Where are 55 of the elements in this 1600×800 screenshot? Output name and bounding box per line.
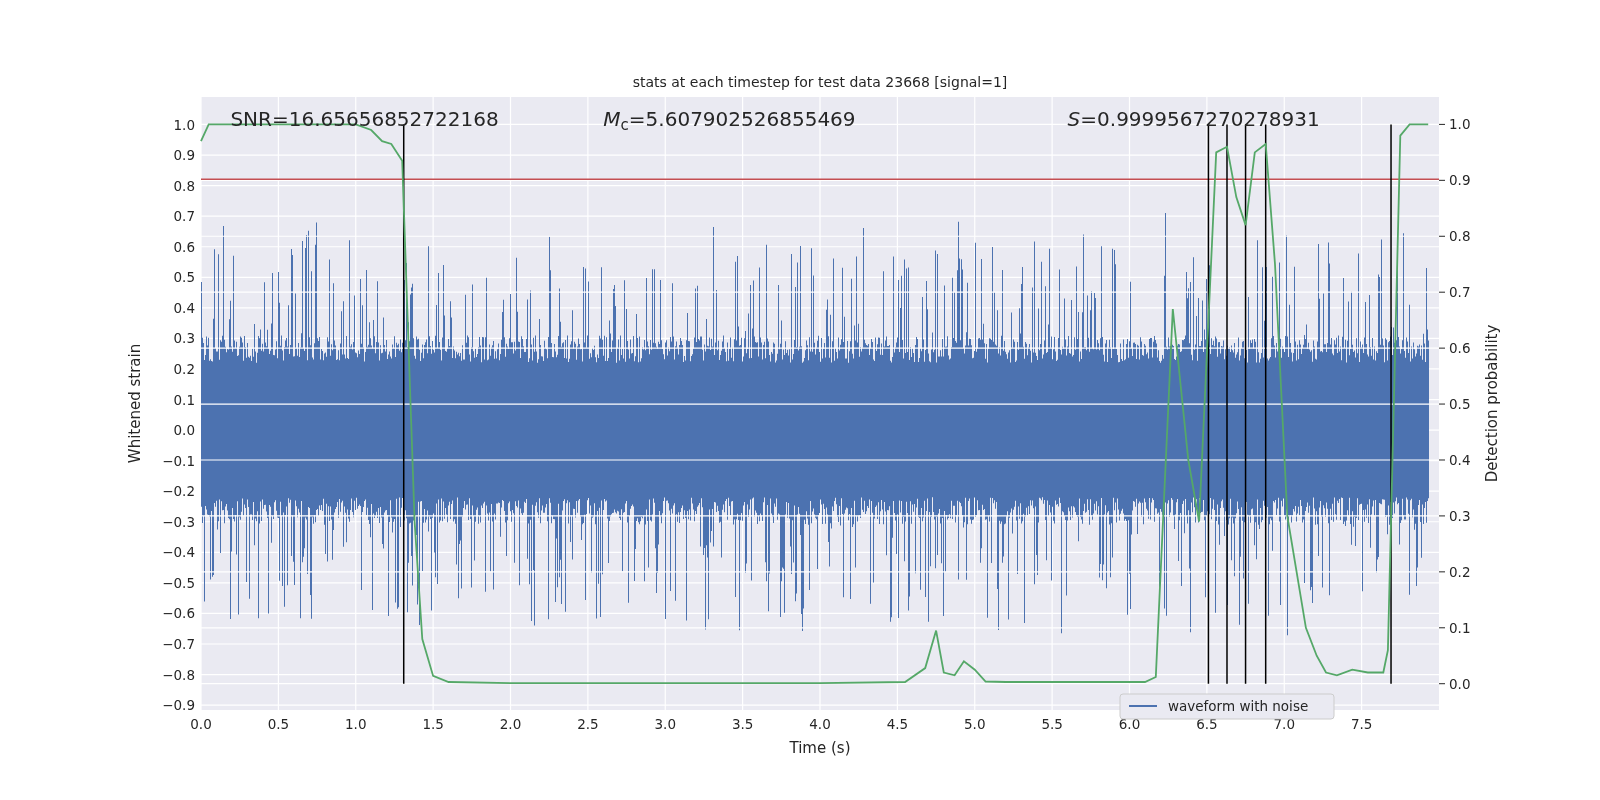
tick-label: 0.4 (1449, 452, 1471, 468)
tick-label: 0.8 (1449, 228, 1471, 245)
tick-label: 0.7 (1449, 284, 1471, 301)
tick-label: 0.0 (1449, 675, 1471, 692)
tick-label: 0.6 (173, 238, 195, 255)
tick-label: 0.8 (173, 177, 195, 194)
tick-label: 0.2 (1449, 563, 1471, 580)
tick-label: 2.0 (499, 716, 522, 732)
tick-label: 0.0 (173, 422, 195, 439)
tick-label: 0.5 (173, 269, 195, 286)
tick-label: 0.7 (173, 208, 195, 225)
annotation-text: S=0.9999567270278931 (1067, 107, 1320, 132)
tick-label: 0.3 (1449, 507, 1471, 524)
tick-label: −0.4 (162, 544, 195, 561)
tick-label: 1.0 (345, 716, 367, 732)
tick-label: 3.0 (654, 716, 676, 732)
tick-label: 0.5 (1449, 396, 1471, 413)
tick-label: −0.3 (162, 513, 195, 530)
axis-label: Detection probability (1483, 324, 1501, 483)
tick-label: 5.5 (1041, 716, 1063, 732)
tick-label: 4.5 (886, 716, 909, 732)
axis-label: Time (s) (789, 739, 851, 757)
tick-label: 1.0 (1449, 116, 1471, 133)
tick-label: 3.5 (731, 716, 754, 732)
annotation-text: M$_{c}$=5.607902526855469 (603, 107, 856, 132)
tick-label: 6.0 (1118, 716, 1141, 732)
tick-label: 0.1 (1449, 619, 1471, 636)
tick-label: 0.9 (1449, 172, 1471, 189)
tick-label: 1.0 (173, 116, 195, 133)
chart-title: stats at each timestep for test data 23668 [signal=1] (632, 74, 1008, 90)
tick-label: −0.5 (162, 574, 195, 591)
tick-label: 5.0 (964, 716, 986, 732)
tick-label: −0.7 (162, 636, 195, 652)
tick-label: −0.2 (162, 483, 195, 500)
tick-label: 0.0 (190, 716, 212, 732)
tick-label: 0.9 (173, 147, 195, 164)
tick-label: 6.5 (1196, 716, 1218, 732)
axis-label: Whitened strain (126, 343, 144, 464)
tick-label: −0.1 (162, 452, 195, 469)
tick-label: 7.0 (1273, 716, 1295, 732)
tick-label: 1.5 (422, 716, 444, 732)
tick-label: −0.8 (162, 666, 195, 683)
tick-label: 0.6 (1449, 340, 1471, 357)
tick-label: −0.9 (162, 697, 195, 714)
tick-label: −0.6 (162, 605, 195, 622)
tick-label: 0.5 (267, 716, 290, 732)
legend-label: waveform with noise (1168, 698, 1309, 714)
tick-label: 4.0 (809, 716, 831, 732)
tick-label: 0.3 (173, 330, 195, 347)
annotation-text: SNR=16.65656852722168 (230, 107, 499, 132)
tick-label: 0.4 (173, 299, 195, 316)
tick-label: 2.5 (577, 716, 599, 732)
tick-label: 7.5 (1350, 716, 1373, 732)
tick-label: 0.2 (173, 360, 195, 377)
tick-label: 0.1 (173, 391, 195, 408)
